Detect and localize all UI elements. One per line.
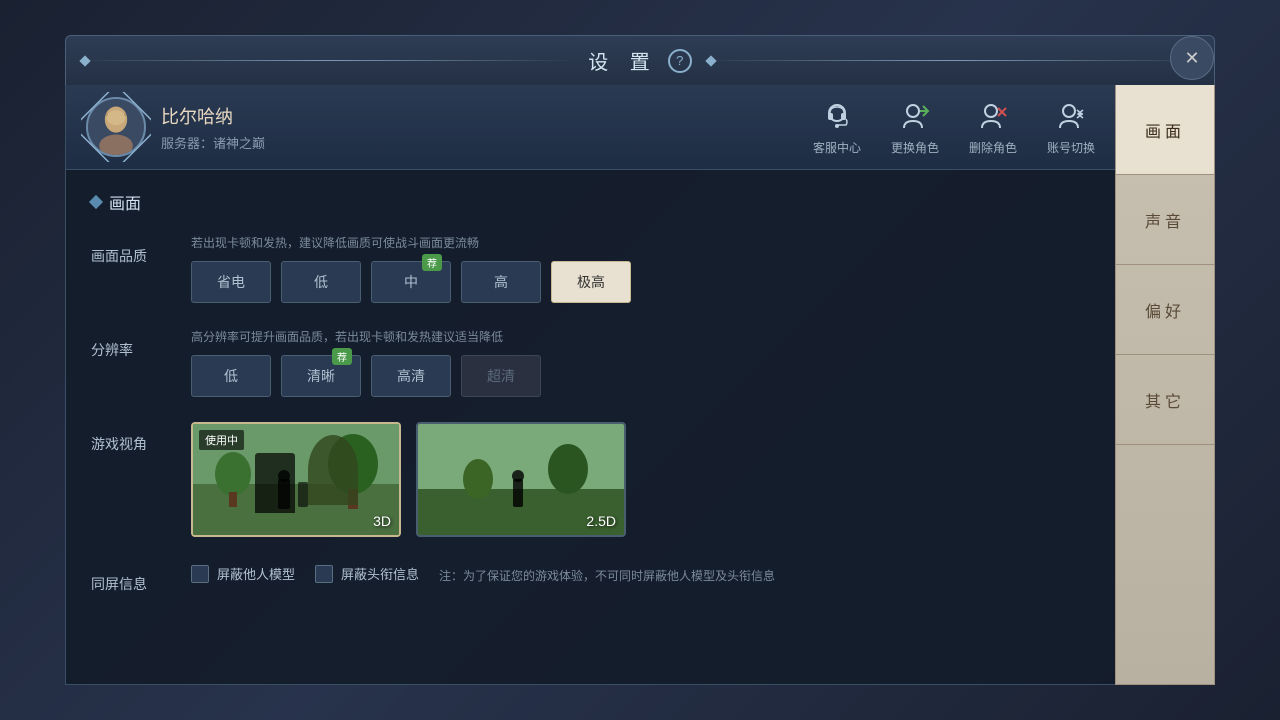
- section-header: 画面: [91, 190, 1090, 214]
- same-screen-row: 同屏信息 屏蔽他人模型 屏蔽头衔信息 注：为了保证您的游戏体验，不可同时: [91, 562, 1090, 594]
- content-area: 画面 画面品质 若出现卡顿和发热，建议降低画质可使战斗画面更流畅 省电 低 中 …: [66, 170, 1115, 684]
- header-actions: 客服中心 更换角色: [813, 99, 1095, 156]
- resolution-option-hd[interactable]: 高清: [371, 355, 451, 397]
- section-title: 画面: [109, 190, 141, 214]
- graphics-option-high[interactable]: 高: [461, 261, 541, 303]
- graphics-quality-options: 省电 低 中 荐 高 极高: [191, 261, 1090, 303]
- game-view-row: 游戏视角: [91, 422, 1090, 537]
- game-view-content: 使用中 3D: [191, 422, 1090, 537]
- graphics-option-low[interactable]: 低: [281, 261, 361, 303]
- block-titles-checkbox-box: [315, 565, 333, 583]
- delete-character-button[interactable]: 删除角色: [969, 99, 1017, 156]
- graphics-quality-row: 画面品质 若出现卡顿和发热，建议降低画质可使战斗画面更流畅 省电 低 中 荐 高…: [91, 234, 1090, 303]
- resolution-option-low[interactable]: 低: [191, 355, 271, 397]
- same-screen-checkboxes: 屏蔽他人模型 屏蔽头衔信息 注：为了保证您的游戏体验，不可同时屏蔽他人模型及头衔…: [191, 562, 1090, 585]
- delete-character-label: 删除角色: [969, 139, 1017, 156]
- resolution-option-ultra[interactable]: 超清: [461, 355, 541, 397]
- help-icon[interactable]: ?: [668, 49, 692, 73]
- resolution-option-clear[interactable]: 清晰 荐: [281, 355, 361, 397]
- switch-account-button[interactable]: 账号切换: [1047, 99, 1095, 156]
- title-bar-right-decoration: [702, 60, 1204, 61]
- view-thumbnails: 使用中 3D: [191, 422, 1090, 537]
- section-diamond-icon: [89, 195, 103, 209]
- same-screen-label: 同屏信息: [91, 562, 171, 594]
- block-titles-label: 屏蔽头衔信息: [341, 564, 419, 583]
- view-thumb-25d[interactable]: 2.5D: [416, 422, 626, 537]
- change-character-button[interactable]: 更换角色: [891, 99, 939, 156]
- resolution-content: 高分辨率可提升画面品质，若出现卡顿和发热建议适当降低 低 清晰 荐 高清 超清: [191, 328, 1090, 397]
- user-header: 比尔哈纳 服务器：诸神之巅: [66, 85, 1115, 170]
- right-sidebar: 画面 声音 偏好 其它: [1115, 85, 1215, 685]
- graphics-quality-hint: 若出现卡顿和发热，建议降低画质可使战斗画面更流畅: [191, 234, 1090, 251]
- modal-body: 比尔哈纳 服务器：诸神之巅: [65, 85, 1215, 685]
- customer-service-button[interactable]: 客服中心: [813, 99, 861, 156]
- diamond-right: [705, 55, 716, 66]
- recommended-badge-graphics: 荐: [422, 254, 442, 271]
- view-thumb-3d[interactable]: 使用中 3D: [191, 422, 401, 537]
- customer-service-icon: [819, 99, 855, 135]
- resolution-label: 分辨率: [91, 328, 171, 360]
- view-3d-in-use: 使用中: [199, 430, 244, 450]
- same-screen-note: 注：为了保证您的游戏体验，不可同时屏蔽他人模型及头衔信息: [439, 567, 775, 585]
- tab-graphics[interactable]: 画面: [1116, 85, 1214, 175]
- switch-account-label: 账号切换: [1047, 139, 1095, 156]
- graphics-option-save-power[interactable]: 省电: [191, 261, 271, 303]
- same-screen-content: 屏蔽他人模型 屏蔽头衔信息 注：为了保证您的游戏体验，不可同时屏蔽他人模型及头衔…: [191, 562, 1090, 585]
- tab-preferences[interactable]: 偏好: [1116, 265, 1214, 355]
- resolution-hint: 高分辨率可提升画面品质，若出现卡顿和发热建议适当降低: [191, 328, 1090, 345]
- view-3d-label: 3D: [373, 513, 391, 529]
- user-name: 比尔哈纳: [161, 103, 265, 129]
- delete-character-icon: [975, 99, 1011, 135]
- avatar-frame: [86, 97, 146, 157]
- diamond-left: [79, 55, 90, 66]
- graphics-quality-label: 画面品质: [91, 234, 171, 266]
- block-titles-checkbox[interactable]: 屏蔽头衔信息: [315, 564, 419, 583]
- settings-modal: 设 置 ? ✕: [65, 35, 1215, 685]
- title-bar-left-decoration: [76, 60, 578, 61]
- close-button[interactable]: ✕: [1170, 36, 1214, 80]
- block-models-checkbox[interactable]: 屏蔽他人模型: [191, 564, 295, 583]
- resolution-options: 低 清晰 荐 高清 超清: [191, 355, 1090, 397]
- tab-audio[interactable]: 声音: [1116, 175, 1214, 265]
- graphics-quality-content: 若出现卡顿和发热，建议降低画质可使战斗画面更流畅 省电 低 中 荐 高 极高: [191, 234, 1090, 303]
- game-view-label: 游戏视角: [91, 422, 171, 454]
- graphics-option-medium[interactable]: 中 荐: [371, 261, 451, 303]
- recommended-badge-resolution: 荐: [332, 348, 352, 365]
- switch-account-icon: [1053, 99, 1089, 135]
- view-25d-label: 2.5D: [586, 513, 616, 529]
- avatar-diamond-frame: [81, 92, 151, 162]
- tab-other[interactable]: 其它: [1116, 355, 1214, 445]
- change-character-icon: [897, 99, 933, 135]
- resolution-row: 分辨率 高分辨率可提升画面品质，若出现卡顿和发热建议适当降低 低 清晰 荐 高清…: [91, 328, 1090, 397]
- block-models-label: 屏蔽他人模型: [217, 564, 295, 583]
- user-server: 服务器：诸神之巅: [161, 133, 265, 152]
- graphics-option-ultra[interactable]: 极高: [551, 261, 631, 303]
- customer-service-label: 客服中心: [813, 139, 861, 156]
- center-panel: 比尔哈纳 服务器：诸神之巅: [65, 85, 1115, 685]
- user-info: 比尔哈纳 服务器：诸神之巅: [161, 103, 265, 152]
- title-bar: 设 置 ? ✕: [65, 35, 1215, 85]
- block-models-checkbox-box: [191, 565, 209, 583]
- change-character-label: 更换角色: [891, 139, 939, 156]
- modal-title: 设 置: [588, 46, 658, 75]
